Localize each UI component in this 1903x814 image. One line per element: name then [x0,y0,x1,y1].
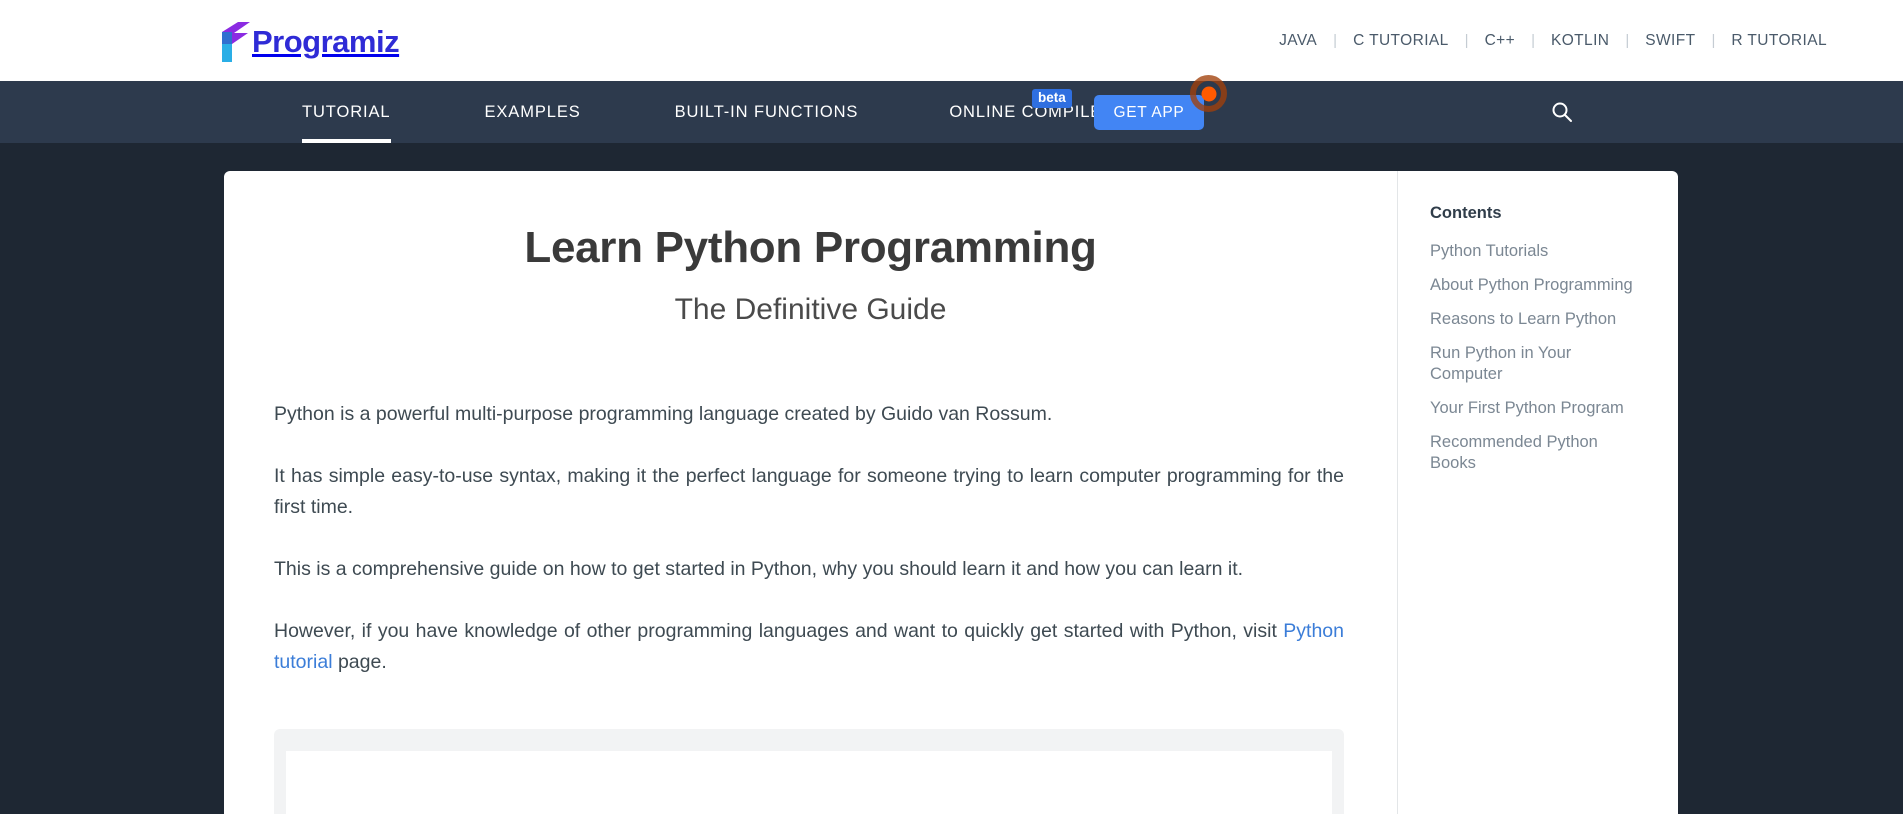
embed-panel [274,729,1344,814]
contents-link-python-tutorials[interactable]: Python Tutorials [1430,241,1648,262]
beta-badge: beta [1032,89,1072,108]
article-column: Learn Python Programming The Definitive … [224,171,1397,814]
get-app-button[interactable]: GET APP [1094,95,1204,130]
page-title: Learn Python Programming [224,223,1397,273]
contents-link-about-python-programming[interactable]: About Python Programming [1430,275,1648,296]
nav-item-tutorial[interactable]: TUTORIAL [302,81,391,143]
top-link-swift[interactable]: SWIFT [1629,32,1711,50]
contents-link-recommended-python-books[interactable]: Recommended Python Books [1430,432,1648,474]
list-item: Python Tutorials [1430,241,1648,262]
contents-heading: Contents [1430,204,1502,223]
article-body: Python is a powerful multi-purpose progr… [274,399,1344,678]
content-card: Learn Python Programming The Definitive … [224,171,1678,814]
search-button[interactable] [1545,96,1579,130]
list-item: Reasons to Learn Python [1430,309,1648,330]
list-item: Run Python in Your Computer [1430,343,1648,385]
paragraph-text-before: However, if you have knowledge of other … [274,620,1283,642]
top-link-c-tutorial[interactable]: C TUTORIAL [1337,32,1465,50]
embed-panel-inner [286,751,1332,814]
programiz-logo[interactable]: Programiz [218,20,399,62]
main-nav-items: TUTORIAL EXAMPLES BUILT-IN FUNCTIONS ONL… [302,81,1115,143]
list-item: About Python Programming [1430,275,1648,296]
contents-list: Python Tutorials About Python Programmin… [1430,241,1648,487]
nav-item-built-in-functions[interactable]: BUILT-IN FUNCTIONS [675,81,859,143]
logo-mark-icon [218,20,254,62]
top-link-cpp[interactable]: C++ [1469,32,1532,50]
contents-sidebar: Contents Python Tutorials About Python P… [1397,171,1678,814]
paragraph-text-after: page. [333,651,387,673]
top-link-r-tutorial[interactable]: R TUTORIAL [1715,32,1843,50]
top-link-kotlin[interactable]: KOTLIN [1535,32,1625,50]
search-icon [1550,112,1574,127]
article-paragraph-with-link: However, if you have knowledge of other … [274,616,1344,678]
article-paragraph: Python is a powerful multi-purpose progr… [274,399,1344,430]
page-subtitle: The Definitive Guide [224,293,1397,327]
site-header: Programiz JAVA | C TUTORIAL | C++ | KOTL… [0,0,1903,81]
top-utility-nav: JAVA | C TUTORIAL | C++ | KOTLIN | SWIFT… [1263,0,1843,81]
article-paragraph: It has simple easy-to-use syntax, making… [274,461,1344,523]
contents-link-your-first-python-program[interactable]: Your First Python Program [1430,398,1648,419]
contents-link-reasons-to-learn-python[interactable]: Reasons to Learn Python [1430,309,1648,330]
article-paragraph: This is a comprehensive guide on how to … [274,554,1344,585]
list-item: Your First Python Program [1430,398,1648,419]
contents-link-run-python-in-your-computer[interactable]: Run Python in Your Computer [1430,343,1648,385]
top-link-java[interactable]: JAVA [1263,32,1333,50]
list-item: Recommended Python Books [1430,432,1648,474]
logo-wordmark: Programiz [252,26,399,57]
nav-item-examples[interactable]: EXAMPLES [485,81,581,143]
main-navbar: TUTORIAL EXAMPLES BUILT-IN FUNCTIONS ONL… [0,81,1903,143]
